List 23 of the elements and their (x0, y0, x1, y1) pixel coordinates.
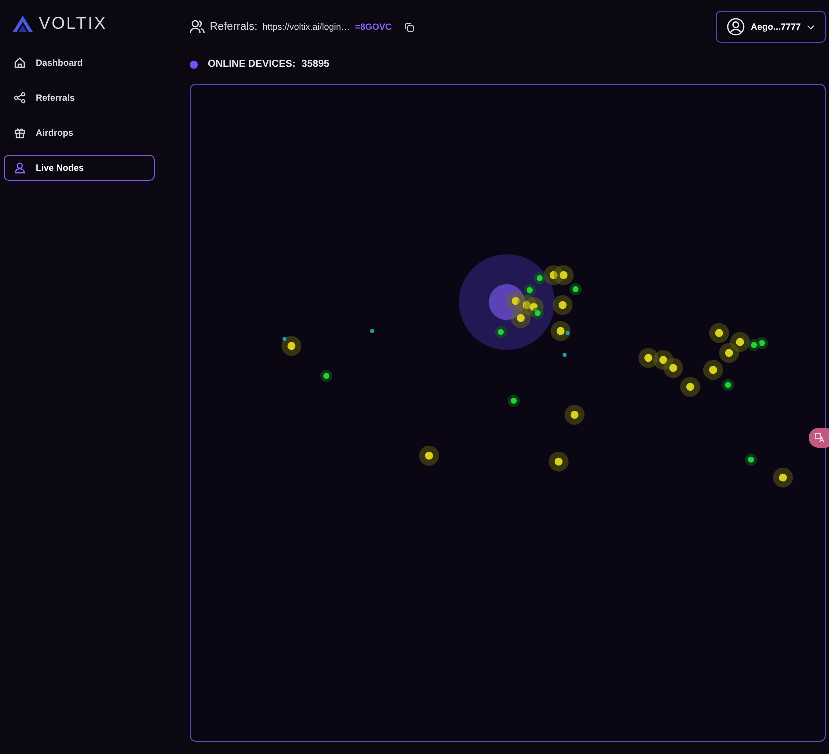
logo-icon (13, 16, 33, 32)
translate-icon (815, 433, 825, 443)
sidebar-item[interactable]: Referrals (4, 85, 155, 111)
online-devices-label: ONLINE DEVICES: (208, 59, 296, 70)
sidebar-item[interactable]: Airdrops (4, 120, 155, 146)
copy-icon (405, 22, 414, 32)
referral-code: =8GOVC (355, 22, 392, 32)
home-icon (14, 57, 26, 69)
copy-button[interactable] (405, 22, 414, 32)
users-icon (190, 20, 205, 34)
share-icon (14, 92, 26, 104)
chevron-down-icon (807, 24, 815, 30)
sidebar-item[interactable]: Live Nodes (4, 155, 155, 181)
translate-button[interactable] (809, 428, 829, 448)
sidebar-item[interactable]: Dashboard (4, 50, 155, 76)
status-dot (190, 60, 198, 68)
avatar-icon (726, 18, 745, 36)
gift-icon (14, 127, 26, 139)
referrals-label: Referrals: (210, 21, 258, 33)
user-icon (14, 162, 26, 174)
brand-name: VOLTIX (39, 14, 108, 34)
online-devices-count: 35895 (302, 59, 330, 70)
account-button[interactable]: Aego...7777 (716, 11, 826, 43)
